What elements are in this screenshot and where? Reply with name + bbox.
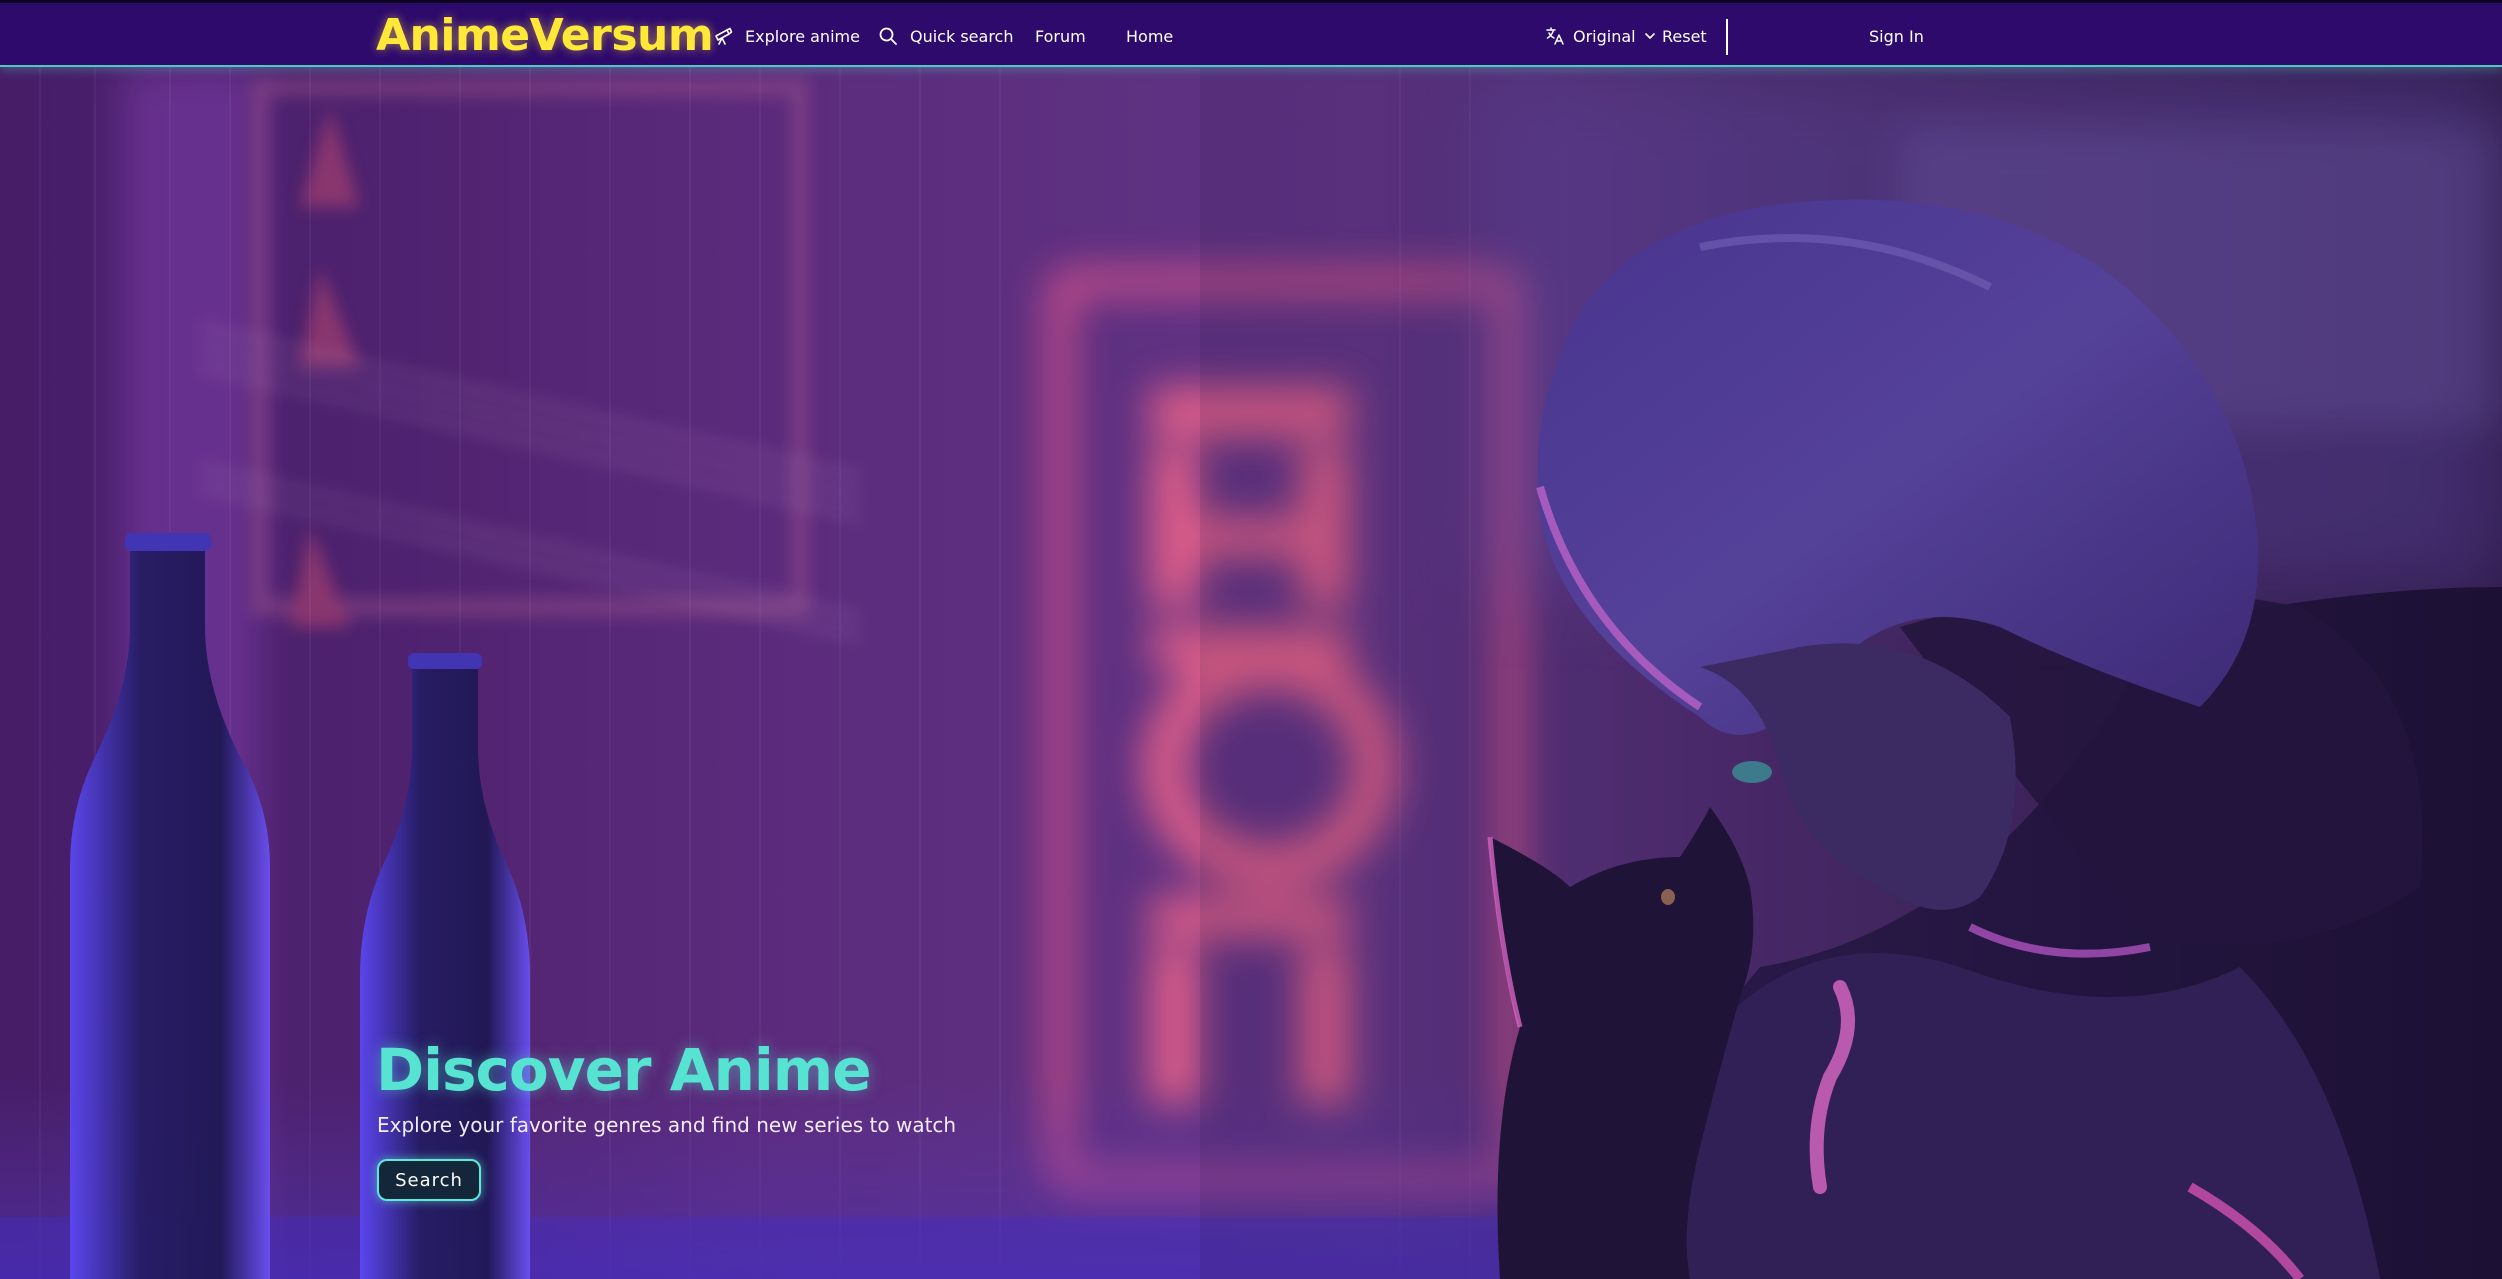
hero-search-button[interactable]: Search [377, 1159, 481, 1201]
nav-divider [1726, 19, 1728, 55]
telescope-icon [713, 26, 733, 46]
reset-label: Reset [1662, 26, 1707, 46]
sign-in-label: Sign In [1869, 26, 1924, 46]
nav-home-label: Home [1126, 26, 1174, 46]
site-logo[interactable]: AnimeVersum [376, 10, 714, 62]
sign-in-button[interactable]: Sign In [1869, 23, 1924, 49]
translate-icon [1545, 26, 1565, 46]
nav-quick-search-label: Quick search [910, 26, 1014, 46]
top-navigation-bar: AnimeVersum Explore anime Quick search F… [0, 0, 2502, 67]
hero-banner: Discover Anime Explore your favorite gen… [0, 67, 2502, 1279]
nav-home[interactable]: Home [1126, 23, 1173, 49]
nav-quick-search[interactable]: Quick search [878, 23, 1013, 49]
nav-forum-label: Forum [1035, 26, 1086, 46]
hero-title: Discover Anime [376, 1036, 872, 1104]
language-select-label: Original [1573, 26, 1636, 46]
nav-explore-label: Explore anime [745, 26, 860, 46]
search-icon [878, 26, 898, 46]
chevron-down-icon [1644, 30, 1656, 42]
hero-subtitle: Explore your favorite genres and find ne… [377, 1113, 957, 1137]
nav-forum[interactable]: Forum [1035, 23, 1086, 49]
language-select[interactable]: Original [1545, 23, 1656, 49]
nav-explore-anime[interactable]: Explore anime [713, 23, 860, 49]
reset-button[interactable]: Reset [1662, 23, 1707, 49]
